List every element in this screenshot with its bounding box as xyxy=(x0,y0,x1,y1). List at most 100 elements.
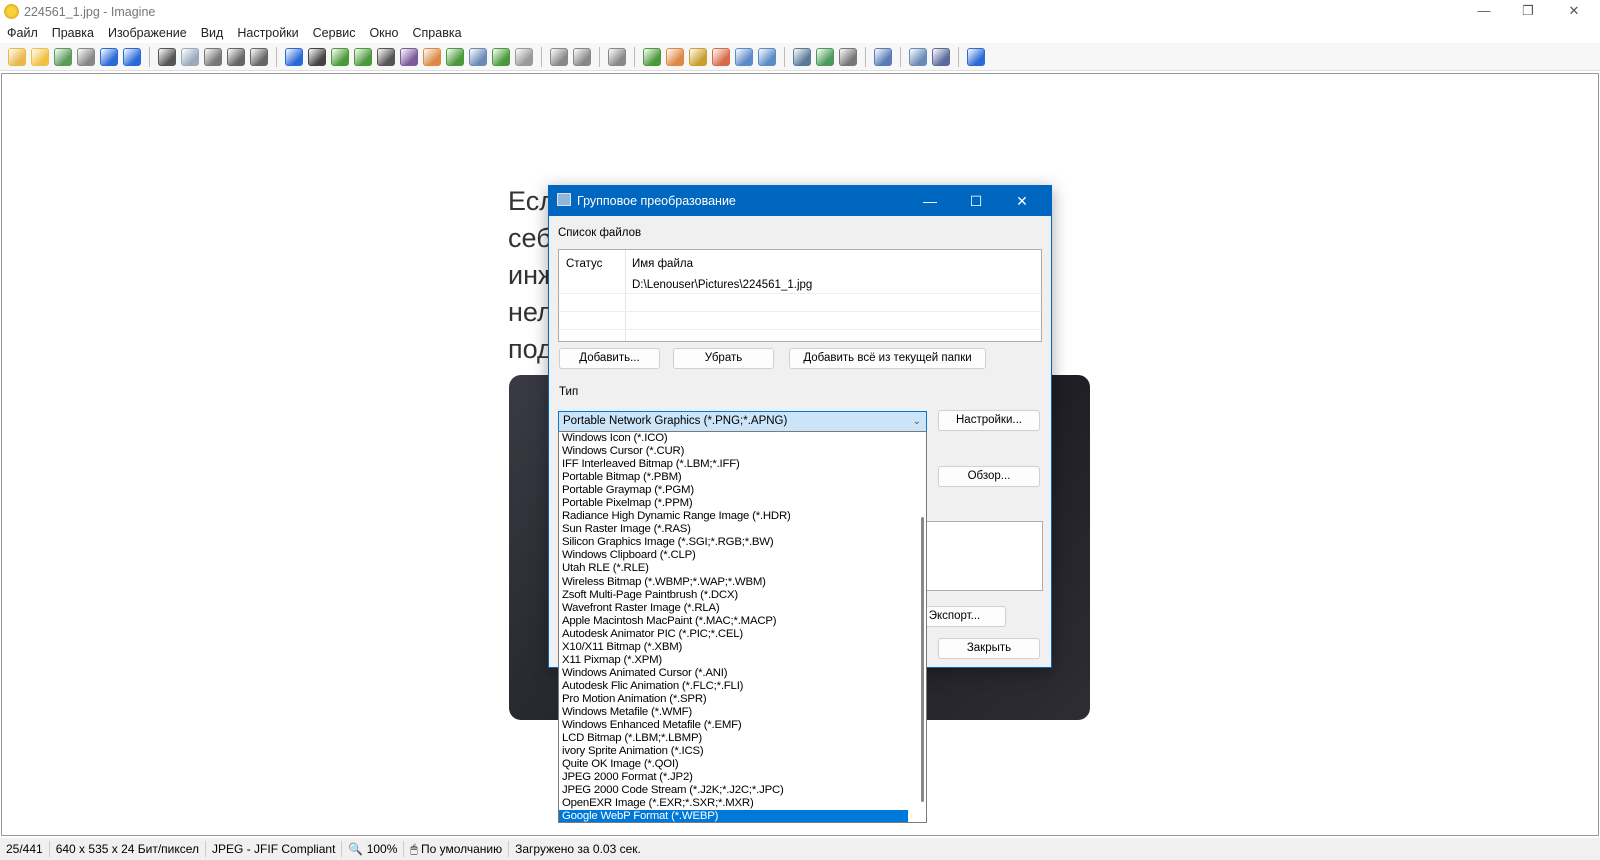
type-option[interactable]: Utah RLE (*.RLE) xyxy=(559,562,926,575)
type-option[interactable]: Windows Animated Cursor (*.ANI) xyxy=(559,667,926,680)
type-option[interactable]: Google WebP Format (*.WEBP) xyxy=(559,810,908,822)
actual-size-icon[interactable] xyxy=(735,47,753,66)
add-all-button[interactable]: Добавить всё из текущей папки xyxy=(789,348,986,369)
restore-button[interactable]: ❐ xyxy=(1506,0,1550,22)
status-zoom: 🔍 100% xyxy=(342,841,405,857)
menu-item-1[interactable]: Правка xyxy=(45,24,101,42)
menu-item-6[interactable]: Окно xyxy=(362,24,405,42)
rotate-icon[interactable] xyxy=(492,47,510,66)
copy-icon[interactable] xyxy=(181,47,199,66)
type-option[interactable]: Zsoft Multi-Page Paintbrush (*.DCX) xyxy=(559,589,926,602)
back-arrow-icon[interactable] xyxy=(100,47,118,66)
zoom-out-icon[interactable] xyxy=(573,47,591,66)
type-option[interactable]: IFF Interleaved Bitmap (*.LBM;*.IFF) xyxy=(559,458,926,471)
type-option[interactable]: JPEG 2000 Code Stream (*.J2K;*.J2C;*.JPC… xyxy=(559,784,926,797)
type-option[interactable]: Windows Clipboard (*.CLP) xyxy=(559,549,926,562)
gradient-icon[interactable] xyxy=(377,47,395,66)
type-option[interactable]: Pro Motion Animation (*.SPR) xyxy=(559,693,926,706)
help-icon[interactable] xyxy=(967,47,985,66)
undo-icon[interactable] xyxy=(227,47,245,66)
palette-icon[interactable] xyxy=(423,47,441,66)
type-option[interactable]: Portable Graymap (*.PGM) xyxy=(559,484,926,497)
batch-convert-icon[interactable] xyxy=(909,47,927,66)
column-header-status[interactable]: Статус xyxy=(566,258,602,270)
type-option[interactable]: X10/X11 Bitmap (*.XBM) xyxy=(559,641,926,654)
cut-icon[interactable] xyxy=(158,47,176,66)
type-option[interactable]: OpenEXR Image (*.EXR;*.SXR;*.MXR) xyxy=(559,797,926,810)
forward-arrow-icon[interactable] xyxy=(123,47,141,66)
menu-item-5[interactable]: Сервис xyxy=(306,24,363,42)
type-option[interactable]: Wavefront Raster Image (*.RLA) xyxy=(559,602,926,615)
dialog-maximize-button[interactable]: ☐ xyxy=(953,186,999,216)
redo-icon[interactable] xyxy=(250,47,268,66)
save-icon[interactable] xyxy=(54,47,72,66)
open-folder-icon[interactable] xyxy=(31,47,49,66)
type-select[interactable]: Portable Network Graphics (*.PNG;*.APNG)… xyxy=(558,411,927,432)
export-arrow-icon[interactable] xyxy=(446,47,464,66)
menu-item-4[interactable]: Настройки xyxy=(230,24,305,42)
browse-button[interactable]: Обзор... xyxy=(938,466,1040,487)
close-dialog-button[interactable]: Закрыть xyxy=(938,638,1040,659)
minimize-button[interactable]: — xyxy=(1462,0,1506,22)
toolbar-separator xyxy=(541,46,542,67)
magic-wand-icon[interactable] xyxy=(689,47,707,66)
dialog-minimize-button[interactable]: — xyxy=(907,186,953,216)
close-button[interactable]: ✕ xyxy=(1552,0,1596,22)
type-option[interactable]: Apple Macintosh MacPaint (*.MAC;*.MACP) xyxy=(559,615,926,628)
add-button[interactable]: Добавить... xyxy=(559,348,660,369)
color-adjust-icon[interactable] xyxy=(400,47,418,66)
menu-item-0[interactable]: Файл xyxy=(0,24,45,42)
type-option[interactable]: Quite OK Image (*.QOI) xyxy=(559,758,926,771)
type-option[interactable]: Sun Raster Image (*.RAS) xyxy=(559,523,926,536)
type-option[interactable]: Portable Pixelmap (*.PPM) xyxy=(559,497,926,510)
type-option[interactable]: ivory Sprite Animation (*.ICS) xyxy=(559,745,926,758)
effects-icon[interactable] xyxy=(515,47,533,66)
refresh-icon[interactable] xyxy=(608,47,626,66)
type-option[interactable]: Autodesk Animator PIC (*.PIC;*.CEL) xyxy=(559,628,926,641)
slideshow-icon[interactable] xyxy=(816,47,834,66)
type-option[interactable]: Radiance High Dynamic Range Image (*.HDR… xyxy=(559,510,926,523)
tools-icon[interactable] xyxy=(839,47,857,66)
menu-item-2[interactable]: Изображение xyxy=(101,24,194,42)
file-row-name[interactable]: D:\Lenouser\Pictures\224561_1.jpg xyxy=(632,279,812,291)
next-image-icon[interactable] xyxy=(666,47,684,66)
type-dropdown-list[interactable]: Windows Icon (*.ICO) Windows Cursor (*.CU… xyxy=(558,431,927,823)
camera-icon[interactable] xyxy=(308,47,326,66)
scanner-icon[interactable] xyxy=(354,47,372,66)
prev-image-icon[interactable] xyxy=(643,47,661,66)
new-icon[interactable] xyxy=(8,47,26,66)
zoom-in-icon[interactable] xyxy=(550,47,568,66)
fullscreen-icon[interactable] xyxy=(758,47,776,66)
type-option[interactable]: Silicon Graphics Image (*.SGI;*.RGB;*.BW… xyxy=(559,536,926,549)
crop-icon[interactable] xyxy=(469,47,487,66)
fit-window-icon[interactable] xyxy=(712,47,730,66)
settings-button[interactable]: Настройки... xyxy=(938,410,1040,431)
type-option[interactable]: Autodesk Flic Animation (*.FLC;*.FLI) xyxy=(559,680,926,693)
file-list[interactable]: Статус Имя файла D:\Lenouser\Pictures\22… xyxy=(558,249,1042,342)
dialog-close-button[interactable]: ✕ xyxy=(999,186,1045,216)
print-icon[interactable] xyxy=(77,47,95,66)
remove-button[interactable]: Убрать xyxy=(673,348,774,369)
resize-icon[interactable] xyxy=(331,47,349,66)
type-option[interactable]: X11 Pixmap (*.XPM) xyxy=(559,654,926,667)
type-option[interactable]: Wireless Bitmap (*.WBMP;*.WAP;*.WBM) xyxy=(559,576,926,589)
menu-item-3[interactable]: Вид xyxy=(194,24,231,42)
paste-icon[interactable] xyxy=(204,47,222,66)
type-option[interactable]: Windows Cursor (*.CUR) xyxy=(559,445,926,458)
menu-item-7[interactable]: Справка xyxy=(406,24,469,42)
plugin-icon[interactable] xyxy=(932,47,950,66)
info-icon[interactable] xyxy=(285,47,303,66)
dialog-title-bar[interactable]: Групповое преобразование — ☐ ✕ xyxy=(549,186,1051,216)
monitor-icon[interactable] xyxy=(793,47,811,66)
column-header-filename[interactable]: Имя файла xyxy=(632,258,693,270)
dropdown-scrollbar[interactable] xyxy=(921,517,924,802)
type-option[interactable]: Windows Metafile (*.WMF) xyxy=(559,706,926,719)
type-option[interactable]: Windows Icon (*.ICO) xyxy=(559,432,926,445)
type-option[interactable]: Portable Bitmap (*.PBM) xyxy=(559,471,926,484)
magnifier-icon: 🔍 xyxy=(348,842,364,856)
settings-wrench-icon[interactable] xyxy=(874,47,892,66)
output-options-box[interactable] xyxy=(923,521,1043,591)
type-option[interactable]: LCD Bitmap (*.LBM;*.LBMP) xyxy=(559,732,926,745)
type-option[interactable]: JPEG 2000 Format (*.JP2) xyxy=(559,771,926,784)
type-option[interactable]: Windows Enhanced Metafile (*.EMF) xyxy=(559,719,926,732)
